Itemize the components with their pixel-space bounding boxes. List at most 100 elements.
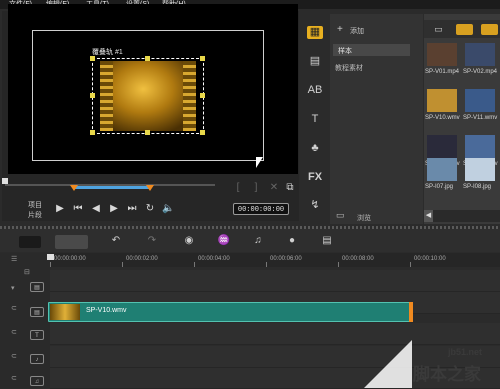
storyboard-view-icon[interactable] (19, 236, 41, 248)
add-icon[interactable]: + (337, 24, 343, 35)
lock-icon[interactable]: ⊂ (11, 352, 17, 360)
video-track-icon[interactable]: ▤ (30, 282, 44, 292)
repeat-icon[interactable]: ↻ (144, 203, 156, 214)
overlay-track-label: 覆叠轨 #1 (92, 49, 123, 56)
media-thumbnail[interactable] (427, 89, 457, 112)
media-thumbnail[interactable] (465, 158, 495, 181)
media-thumbnail[interactable] (427, 158, 457, 181)
undo-icon[interactable]: ↶ (107, 235, 125, 247)
watermark-text: 脚本之家 (413, 365, 481, 385)
watermark-background (364, 340, 412, 388)
media-thumbnail[interactable] (465, 135, 495, 158)
media-filename: SP-I07.jpg (425, 184, 454, 190)
go-end-icon[interactable]: ⏭ (126, 203, 138, 214)
media-thumbnail[interactable] (465, 43, 495, 66)
trim-start-marker[interactable] (70, 185, 78, 191)
track-manager-icon[interactable]: ☰ (11, 255, 17, 263)
resize-handle-t[interactable] (145, 56, 150, 61)
resize-handle-b[interactable] (145, 130, 150, 135)
media-thumbnail[interactable] (465, 89, 495, 112)
play-icon[interactable]: ▶ (54, 203, 66, 214)
lock-icon[interactable]: ⊂ (11, 304, 17, 312)
mode-project-label[interactable]: 项目 (28, 200, 42, 210)
filter-icon[interactable]: FX (307, 171, 323, 184)
media-thumbnail[interactable] (427, 135, 457, 158)
media-thumbnail[interactable] (427, 43, 457, 66)
resize-handle-br[interactable] (200, 130, 205, 135)
resize-handle-r[interactable] (200, 93, 205, 98)
ruler-label: 00:00:00:00 (54, 256, 86, 262)
ruler-tick (50, 262, 51, 267)
ruler-label: 00:00:02:00 (126, 256, 158, 262)
ruler-label: 00:00:06:00 (270, 256, 302, 262)
trim-range (74, 186, 150, 189)
video-track[interactable] (50, 270, 500, 292)
media-scrollbar[interactable] (424, 210, 500, 222)
resize-handle-l[interactable] (90, 93, 95, 98)
graphic-icon[interactable]: ♣ (307, 142, 323, 155)
watermark-url: jb51.net (448, 347, 483, 357)
browse-icon[interactable]: ▭ (336, 210, 345, 221)
folder-item-sample[interactable]: 样本 (338, 46, 352, 56)
transition-icon[interactable]: AB (307, 84, 323, 97)
timeline-playhead[interactable] (47, 254, 54, 260)
media-filename: SP-V10.wmv (425, 115, 460, 121)
ruler-label: 00:00:08:00 (342, 256, 374, 262)
show-photo-toggle[interactable] (481, 24, 498, 35)
mouse-cursor-icon (256, 157, 263, 168)
mark-out-icon[interactable]: ] (250, 182, 262, 193)
resize-handle-tr[interactable] (200, 56, 205, 61)
media-category-icon[interactable]: ▦ (307, 26, 323, 39)
record-capture-icon[interactable]: ◉ (180, 235, 198, 247)
ripple-edit-icon[interactable]: ⊟ (24, 268, 30, 276)
resize-handle-bl[interactable] (90, 130, 95, 135)
collapse-icon[interactable]: ▾ (11, 284, 15, 292)
timeline-view-icon[interactable] (55, 235, 88, 249)
path-icon[interactable]: ↯ (307, 199, 323, 212)
timecode-display[interactable]: 00:00:00:00 (233, 203, 289, 215)
redo-icon[interactable]: ↷ (143, 235, 161, 247)
ruler-label: 00:00:04:00 (198, 256, 230, 262)
overlay-selection-box[interactable] (90, 56, 205, 135)
ruler-tick (194, 262, 195, 267)
clip-trim-handle[interactable] (409, 302, 413, 322)
ruler-tick (122, 262, 123, 267)
lock-icon[interactable]: ⊂ (11, 374, 17, 382)
next-frame-icon[interactable]: ▶ (108, 203, 120, 214)
media-filename: SP-V02.mp4 (463, 69, 498, 75)
enlarge-preview-icon[interactable]: ⧉ (284, 182, 296, 193)
ruler-tick (338, 262, 339, 267)
instant-project-icon[interactable]: ▤ (307, 55, 323, 68)
media-filename: SP-V01.mp4 (425, 69, 460, 75)
browse-label[interactable]: 浏览 (357, 213, 371, 223)
title-track-icon[interactable]: T (30, 330, 44, 340)
scrubber-head[interactable] (2, 178, 8, 184)
voice-track-icon[interactable]: ♪ (30, 354, 44, 364)
media-filename: SP-V11.wmv (463, 115, 498, 121)
title-icon[interactable]: T (307, 113, 323, 126)
ruler-label: 00:00:10:00 (414, 256, 446, 262)
title-track[interactable] (50, 323, 500, 345)
volume-icon[interactable]: 🔈 (162, 203, 174, 214)
lock-icon[interactable]: ⊂ (11, 328, 17, 336)
auto-music-icon[interactable]: ♫ (249, 235, 267, 247)
mode-clip-label[interactable]: 片段 (28, 210, 42, 220)
scroll-left-icon[interactable]: ◀ (424, 210, 433, 222)
ruler-tick (266, 262, 267, 267)
prev-frame-icon[interactable]: ◀ (90, 203, 102, 214)
overlay-track-icon[interactable]: ▤ (30, 307, 44, 317)
split-icon[interactable]: ✕ (268, 182, 280, 193)
clip-thumbnail (50, 304, 80, 320)
trim-end-marker[interactable] (146, 185, 154, 191)
ruler-tick (410, 262, 411, 267)
sound-mixer-icon[interactable]: ♒ (215, 235, 233, 247)
show-video-toggle[interactable] (456, 24, 473, 35)
folder-icon[interactable]: ▭ (430, 24, 447, 35)
folder-item-tutorial[interactable]: 教程素材 (335, 63, 363, 73)
go-start-icon[interactable]: ⏮ (72, 203, 84, 214)
add-folder-label[interactable]: 添加 (350, 26, 364, 36)
music-track-icon[interactable]: ♫ (30, 376, 44, 386)
mark-in-icon[interactable]: [ (232, 182, 244, 193)
motion-tracking-icon[interactable]: ● (283, 235, 301, 247)
subtitle-editor-icon[interactable]: ▤ (318, 235, 336, 247)
